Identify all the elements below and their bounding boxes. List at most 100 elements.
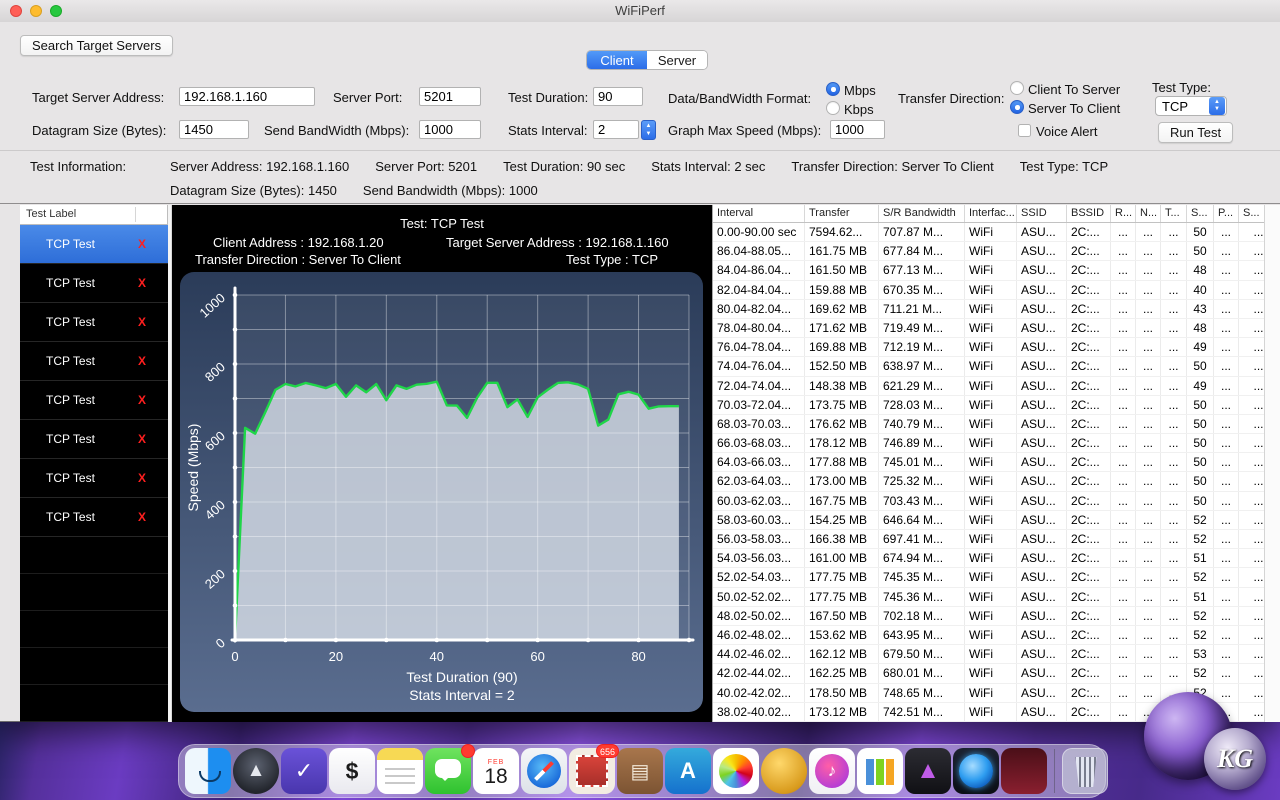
send-bandwidth-input[interactable] xyxy=(419,120,481,139)
column-header[interactable]: T... xyxy=(1161,205,1187,222)
delete-test-x[interactable]: X xyxy=(138,237,146,251)
table-row[interactable]: 64.03-66.03...177.88 MB745.01 M...WiFiAS… xyxy=(713,453,1264,472)
dock-messages-icon[interactable] xyxy=(425,748,471,794)
test-type-select[interactable]: TCP ▲▼ xyxy=(1155,96,1227,116)
column-header[interactable]: Transfer xyxy=(805,205,879,222)
table-row[interactable]: 66.03-68.03...178.12 MB746.89 M...WiFiAS… xyxy=(713,434,1264,453)
graph-max-speed-input[interactable] xyxy=(830,120,885,139)
test-list-item[interactable]: TCP TestX xyxy=(20,342,168,381)
dock-safari-icon[interactable] xyxy=(521,748,567,794)
test-list-item[interactable]: TCP TestX xyxy=(20,381,168,420)
dock-notes-app-icon[interactable] xyxy=(377,748,423,794)
dock-prism-app-icon[interactable]: ▲ xyxy=(905,748,951,794)
table-row[interactable]: 52.02-54.03...177.75 MB745.35 M...WiFiAS… xyxy=(713,568,1264,587)
table-cell: 707.87 M... xyxy=(879,223,965,241)
table-row[interactable]: 72.04-74.04...148.38 MB621.29 M...WiFiAS… xyxy=(713,377,1264,396)
stats-interval-input[interactable] xyxy=(593,120,639,139)
table-scrollbar[interactable] xyxy=(1264,205,1280,722)
test-list-item[interactable]: TCP TestX xyxy=(20,459,168,498)
table-cell: ... xyxy=(1136,588,1161,606)
table-row[interactable]: 42.02-44.02...162.25 MB680.01 M...WiFiAS… xyxy=(713,664,1264,683)
column-header[interactable]: N... xyxy=(1136,205,1161,222)
table-row[interactable]: 56.03-58.03...166.38 MB697.41 M...WiFiAS… xyxy=(713,530,1264,549)
table-cell: 2C:... xyxy=(1067,588,1111,606)
table-cell: 643.95 M... xyxy=(879,626,965,644)
chart-pane: Test: TCP Test Client Address : 192.168.… xyxy=(172,205,712,722)
dock-finance-app-icon[interactable]: $ xyxy=(329,748,375,794)
table-row[interactable]: 48.02-50.02...167.50 MB702.18 M...WiFiAS… xyxy=(713,607,1264,626)
dock-finder-icon[interactable] xyxy=(185,748,231,794)
table-row[interactable]: 78.04-80.04...171.62 MB719.49 M...WiFiAS… xyxy=(713,319,1264,338)
delete-test-x[interactable]: X xyxy=(138,432,146,446)
table-row[interactable]: 58.03-60.03...154.25 MB646.64 M...WiFiAS… xyxy=(713,511,1264,530)
dock-trash-icon[interactable] xyxy=(1062,748,1108,794)
table-row[interactable]: 82.04-84.04...159.88 MB670.35 M...WiFiAS… xyxy=(713,281,1264,300)
table-row[interactable]: 54.03-56.03...161.00 MB674.94 M...WiFiAS… xyxy=(713,549,1264,568)
test-list-item[interactable]: TCP TestX xyxy=(20,225,168,264)
table-cell: WiFi xyxy=(965,703,1017,721)
delete-test-x[interactable]: X xyxy=(138,393,146,407)
server-port-input[interactable] xyxy=(419,87,481,106)
delete-test-x[interactable]: X xyxy=(138,354,146,368)
dock-rocket-app-icon[interactable]: ▲ xyxy=(233,748,279,794)
dock-stamp-app-icon[interactable]: 656 xyxy=(569,748,615,794)
test-list-item[interactable]: TCP TestX xyxy=(20,303,168,342)
table-row[interactable]: 44.02-46.02...162.12 MB679.50 M...WiFiAS… xyxy=(713,645,1264,664)
table-row[interactable]: 62.03-64.03...173.00 MB725.32 M...WiFiAS… xyxy=(713,472,1264,491)
table-cell: ... xyxy=(1136,396,1161,414)
target-server-address-input[interactable] xyxy=(179,87,315,106)
column-header[interactable]: BSSID xyxy=(1067,205,1111,222)
table-row[interactable]: 84.04-86.04...161.50 MB677.13 M...WiFiAS… xyxy=(713,261,1264,280)
delete-test-x[interactable]: X xyxy=(138,471,146,485)
table-row[interactable]: 60.03-62.03...167.75 MB703.43 M...WiFiAS… xyxy=(713,492,1264,511)
tab-client[interactable]: Client xyxy=(587,51,647,69)
dock-blue-app-icon[interactable]: A xyxy=(665,748,711,794)
table-row[interactable]: 86.04-88.05...161.75 MB677.84 M...WiFiAS… xyxy=(713,242,1264,261)
dock-music-app-icon[interactable]: ♪ xyxy=(809,748,855,794)
stats-interval-label: Stats Interval: xyxy=(508,123,587,138)
table-row[interactable]: 50.02-52.02...177.75 MB745.36 M...WiFiAS… xyxy=(713,588,1264,607)
dock-video-app-icon[interactable] xyxy=(1001,748,1047,794)
column-header[interactable]: S... xyxy=(1239,205,1264,222)
dock-calendar-icon[interactable]: FEB18 xyxy=(473,748,519,794)
dock-photos-icon[interactable] xyxy=(713,748,759,794)
radio-server-to-client[interactable] xyxy=(1010,100,1024,114)
column-header[interactable]: S/R Bandwidth xyxy=(879,205,965,222)
titlebar[interactable]: WiFiPerf xyxy=(0,0,1280,22)
radio-client-to-server[interactable] xyxy=(1010,81,1024,95)
table-row[interactable]: 70.03-72.04...173.75 MB728.03 M...WiFiAS… xyxy=(713,396,1264,415)
stats-interval-stepper[interactable]: ▲▼ xyxy=(641,120,656,140)
column-header[interactable]: P... xyxy=(1214,205,1239,222)
test-list-header[interactable]: Test Label xyxy=(20,205,168,225)
table-row[interactable]: 68.03-70.03...176.62 MB740.79 M...WiFiAS… xyxy=(713,415,1264,434)
column-header[interactable]: Interfac... xyxy=(965,205,1017,222)
radio-kbps[interactable] xyxy=(826,101,840,115)
dock-books-app-icon[interactable]: ▤ xyxy=(617,748,663,794)
table-row[interactable]: 80.04-82.04...169.62 MB711.21 M...WiFiAS… xyxy=(713,300,1264,319)
test-list-item[interactable]: TCP TestX xyxy=(20,264,168,303)
dock-tasks-app-icon[interactable]: ✓ xyxy=(281,748,327,794)
column-header[interactable]: Interval xyxy=(713,205,805,222)
test-list-item[interactable]: TCP TestX xyxy=(20,420,168,459)
search-target-servers-button[interactable]: Search Target Servers xyxy=(20,35,173,56)
test-list-item[interactable]: TCP TestX xyxy=(20,498,168,537)
test-duration-input[interactable] xyxy=(593,87,643,106)
dock-charts-app-icon[interactable] xyxy=(857,748,903,794)
delete-test-x[interactable]: X xyxy=(138,276,146,290)
datagram-size-input[interactable] xyxy=(179,120,249,139)
voice-alert-checkbox[interactable] xyxy=(1018,124,1031,137)
table-row[interactable]: 76.04-78.04...169.88 MB712.19 M...WiFiAS… xyxy=(713,338,1264,357)
tab-server[interactable]: Server xyxy=(647,51,707,69)
run-test-button[interactable]: Run Test xyxy=(1158,122,1233,143)
dock-wifiperf-icon[interactable] xyxy=(953,748,999,794)
delete-test-x[interactable]: X xyxy=(138,510,146,524)
table-row[interactable]: 74.04-76.04...152.50 MB638.97 M...WiFiAS… xyxy=(713,357,1264,376)
radio-mbps[interactable] xyxy=(826,82,840,96)
column-header[interactable]: R... xyxy=(1111,205,1136,222)
table-row[interactable]: 46.02-48.02...153.62 MB643.95 M...WiFiAS… xyxy=(713,626,1264,645)
dock-gold-app-icon[interactable] xyxy=(761,748,807,794)
column-header[interactable]: S... xyxy=(1187,205,1214,222)
delete-test-x[interactable]: X xyxy=(138,315,146,329)
column-header[interactable]: SSID xyxy=(1017,205,1067,222)
table-row[interactable]: 0.00-90.00 sec7594.62...707.87 M...WiFiA… xyxy=(713,223,1264,242)
